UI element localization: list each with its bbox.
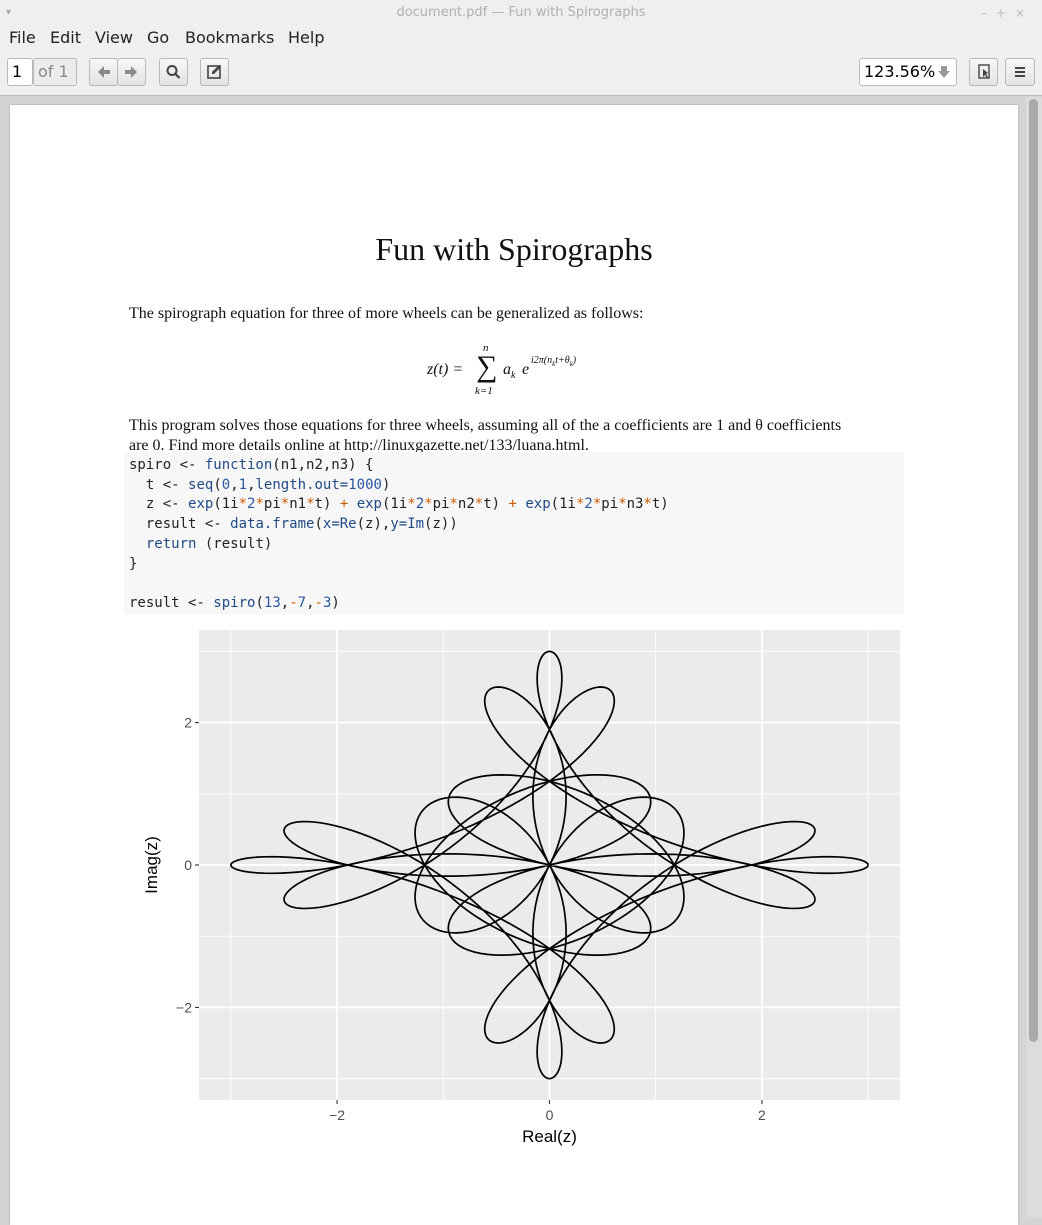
y-axis-label: Imag(z) xyxy=(142,836,161,894)
close-icon[interactable]: × xyxy=(1015,6,1034,20)
x-tick-label: 2 xyxy=(758,1107,766,1123)
minimize-icon[interactable]: – xyxy=(981,6,996,20)
exponent-part3: ) xyxy=(572,355,577,366)
equation-lhs: z(t) = xyxy=(427,361,464,378)
pdf-page: Fun with Spirographs The spirograph equa… xyxy=(10,105,1018,1225)
exponent-part2: t+θ xyxy=(555,355,570,366)
toolbar: 1 of 1 123.56% xyxy=(0,50,1042,96)
tools-menu-button[interactable] xyxy=(1005,58,1035,86)
window-titlebar: ▾ document.pdf — Fun with Spirographs –+… xyxy=(0,0,1042,26)
code-line-3: z <- exp(1i*2*pi*n1*t) + exp(1i*2*pi*n2*… xyxy=(129,496,669,513)
sum-sigma: ∑ xyxy=(476,350,498,383)
annotate-button[interactable] xyxy=(200,58,229,86)
menubar: File Edit View Go Bookmarks Help xyxy=(0,26,1042,50)
page-number-input[interactable]: 1 xyxy=(7,58,33,86)
description-line-1: This program solves those equations for … xyxy=(129,417,842,434)
find-button[interactable] xyxy=(159,58,188,86)
page-count: of 1 xyxy=(33,58,77,86)
maximize-icon[interactable]: + xyxy=(996,6,1015,20)
document-title: Fun with Spirographs xyxy=(375,231,653,267)
spirograph-plot: −2 0 2 −2 0 2 Real(z) Imag(z) xyxy=(142,630,900,1146)
document-icon xyxy=(978,64,990,79)
presentation-mode-button[interactable] xyxy=(969,58,998,86)
arrow-right-icon xyxy=(125,66,137,78)
zoom-value: 123.56% xyxy=(864,62,936,81)
exp-base: e xyxy=(522,361,530,378)
pencil-edit-icon xyxy=(207,65,221,79)
window-controls: –+× xyxy=(981,0,1034,26)
menu-file[interactable]: File xyxy=(9,27,36,49)
code-line-4: result <- data.frame(x=Re(z),y=Im(z)) xyxy=(129,516,458,533)
exponent: i2π(nkt+θk) xyxy=(531,355,576,368)
y-tick-label: −2 xyxy=(176,999,192,1015)
code-line-2: t <- seq(0,1,length.out=1000) xyxy=(129,476,391,493)
window-title: document.pdf — Fun with Spirographs xyxy=(396,5,646,20)
description-paragraph: This program solves those equations for … xyxy=(129,416,909,456)
x-tick-label: 0 xyxy=(546,1107,554,1123)
document-viewport[interactable]: Fun with Spirographs The spirograph equa… xyxy=(0,97,1042,1225)
code-line-5: return (result) xyxy=(145,535,273,552)
x-tick-label: −2 xyxy=(329,1107,345,1123)
menu-help[interactable]: Help xyxy=(288,27,324,49)
code-block: spiro <- function(n1,n2,n3) { t <- seq(0… xyxy=(124,452,904,614)
coefficient: ak xyxy=(503,361,515,381)
y-tick-label: 2 xyxy=(184,715,192,731)
x-axis-label: Real(z) xyxy=(522,1127,577,1146)
code-line-1: spiro <- function(n1,n2,n3) { xyxy=(129,457,374,473)
coefficient-a: a xyxy=(503,361,511,378)
exponent-part1: i2π(n xyxy=(531,355,553,366)
code-line-8: result <- spiro(13,-7,-3) xyxy=(129,594,340,611)
menu-bookmarks[interactable]: Bookmarks xyxy=(185,27,274,49)
y-tick-label: 0 xyxy=(184,857,192,873)
arrow-left-icon xyxy=(98,66,110,78)
menu-go[interactable]: Go xyxy=(147,27,169,49)
search-icon xyxy=(166,65,181,79)
menu-view[interactable]: View xyxy=(95,27,133,49)
sum-lower-limit: k=1 xyxy=(475,385,493,397)
arrow-down-icon xyxy=(938,66,950,78)
menu-edit[interactable]: Edit xyxy=(50,27,81,49)
hamburger-menu-icon xyxy=(1015,67,1025,77)
vertical-scrollbar[interactable] xyxy=(1026,97,1042,1217)
zoom-select[interactable]: 123.56% xyxy=(859,58,957,86)
code-line-6: } xyxy=(129,555,138,572)
intro-paragraph: The spirograph equation for three of mor… xyxy=(129,305,644,322)
next-page-button[interactable] xyxy=(117,58,146,86)
previous-page-button[interactable] xyxy=(89,58,118,86)
coefficient-sub: k xyxy=(511,370,516,382)
spirograph-equation: z(t) = n ∑ k=1 ak e i2π(nkt+θk) xyxy=(427,342,627,405)
scrollbar-thumb[interactable] xyxy=(1029,99,1038,1042)
window-menu-icon[interactable]: ▾ xyxy=(6,0,11,26)
